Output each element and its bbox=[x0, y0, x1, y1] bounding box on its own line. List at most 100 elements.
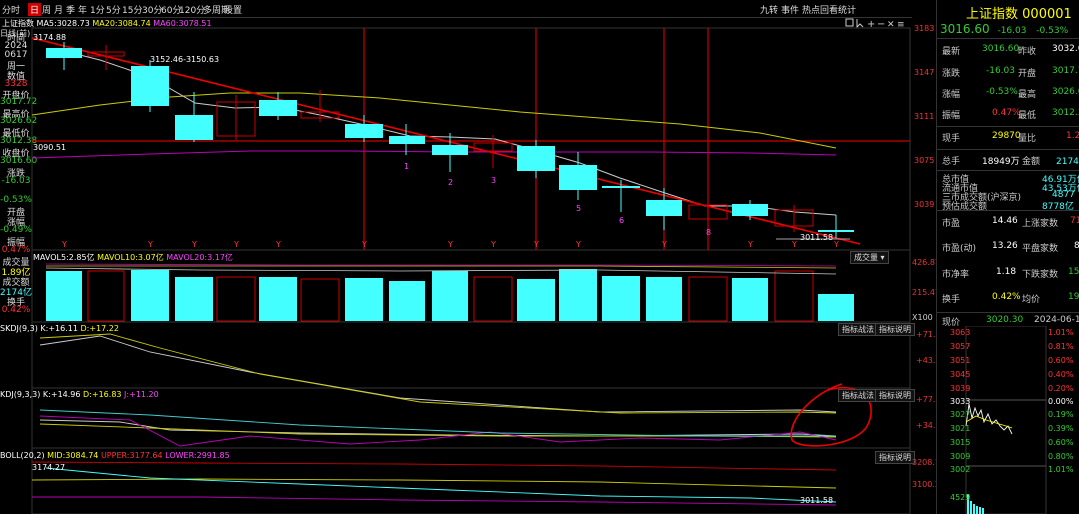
kdj-k-value: +14.96 bbox=[50, 390, 81, 399]
y-marker: Y bbox=[491, 240, 496, 249]
wave-number: 5 bbox=[576, 204, 582, 213]
quote-value: 18949万 bbox=[982, 157, 1020, 167]
ratio-label: 均价 bbox=[1022, 295, 1041, 305]
axis-tick: 3039 bbox=[914, 200, 935, 209]
mini-tick: 3002 bbox=[950, 465, 971, 474]
quote-label: 开盘 bbox=[1018, 69, 1037, 79]
quote-value: -0.53% bbox=[986, 87, 1018, 97]
ratio-value: 19.2 bbox=[1068, 292, 1079, 302]
quote-value: 3017.7 bbox=[1052, 66, 1079, 76]
mini-now-value: 3020.30 bbox=[986, 315, 1024, 325]
mavol10-value: 3.07亿 bbox=[137, 253, 164, 262]
quote-row: 涨跌 -16.03开盘 3017.7 bbox=[942, 66, 1079, 82]
mini-tick: 0.19% bbox=[1048, 410, 1074, 419]
mini-tick: 0.39% bbox=[1048, 424, 1074, 433]
ratio-row: 换手 0.42%均价 19.2 bbox=[942, 292, 1079, 308]
kdj-strategy-button[interactable]: 指标战法 bbox=[838, 389, 878, 402]
y-marker: Y bbox=[662, 240, 667, 249]
mini-tick: 0.40% bbox=[1048, 370, 1074, 379]
quote-row: 总手 18949万金额 2174亿 bbox=[942, 154, 1079, 170]
quote-value: 3026.6 bbox=[1052, 87, 1079, 97]
ratio-row: 市盈 14.46 上涨家数 71 bbox=[942, 216, 1079, 232]
ratio-value: 150 bbox=[1068, 267, 1079, 277]
ratio-value: 13.26 bbox=[992, 241, 1018, 251]
quote-label: 涨跌 bbox=[942, 69, 961, 79]
boll-upper-label: UPPER: bbox=[100, 451, 130, 460]
quote-row: 最新 3016.60昨收 3032.6 bbox=[942, 44, 1079, 60]
mavol10-label: MAVOL10: bbox=[97, 253, 138, 262]
ratio-value: 71 bbox=[1070, 216, 1079, 226]
y-marker: Y bbox=[234, 240, 239, 249]
ratio-label: 上涨家数 bbox=[1022, 219, 1059, 229]
low-mark-label: 3011.58 bbox=[800, 233, 834, 242]
kdj-title: KDJ(9,3,3) bbox=[0, 390, 41, 399]
quote-code: 000001 bbox=[1022, 7, 1072, 22]
boll-lower-value: 2991.85 bbox=[196, 451, 230, 460]
skdj-help-button[interactable]: 指标说明 bbox=[875, 323, 915, 336]
ratio-label: 换手 bbox=[942, 295, 961, 305]
skdj-indicator-bar: SKDJ(9,3) K:+16.11 D:+17.22 bbox=[0, 324, 119, 333]
quote-value: 2174亿 bbox=[1056, 157, 1079, 167]
boll-help-button[interactable]: 指标说明 bbox=[875, 451, 915, 464]
axis-tick: 3111 bbox=[914, 112, 935, 121]
quote-title: 上证指数 000001 bbox=[966, 3, 1072, 22]
mini-intraday-chart bbox=[965, 326, 1047, 514]
volume-indicator-bar: MAVOL5:2.85亿 MAVOL10:3.07亿 MAVOL20:3.17亿 bbox=[33, 252, 233, 263]
cap-row: 预估成交额 8778亿 bbox=[942, 199, 1079, 212]
y-marker: Y bbox=[148, 240, 153, 249]
skdj-d-value: +17.22 bbox=[89, 324, 119, 333]
mini-tick: 0.80% bbox=[1048, 452, 1074, 461]
skdj-d-label: D: bbox=[80, 324, 90, 333]
kdj-indicator-bar: KDJ(9,3,3) K:+14.96 D:+16.83 J:+11.20 bbox=[0, 390, 159, 399]
kdj-j-value: +11.20 bbox=[129, 390, 159, 399]
skdj-k-value: +16.11 bbox=[48, 324, 78, 333]
quote-value: 3012.3 bbox=[1052, 108, 1079, 118]
quote-label: 金额 bbox=[1022, 157, 1041, 167]
y-marker: Y bbox=[448, 240, 453, 249]
y-marker: Y bbox=[362, 240, 367, 249]
mini-price-line bbox=[965, 403, 1013, 435]
mavol5-value: 2.85亿 bbox=[68, 253, 95, 262]
boll-top-mark: 3174.27 bbox=[32, 463, 66, 472]
mini-tick: 0.00% bbox=[1048, 397, 1074, 406]
mini-tick: 0.60% bbox=[1048, 438, 1074, 447]
ratio-value: 1.18 bbox=[996, 267, 1017, 277]
mini-tick: 3045 bbox=[950, 370, 971, 379]
skdj-title: SKDJ(9,3) bbox=[0, 324, 38, 333]
boll-mid-label: MID: bbox=[47, 451, 66, 460]
quote-row: 涨幅 -0.53%最高 3026.6 bbox=[942, 87, 1079, 103]
skdj-strategy-button[interactable]: 指标战法 bbox=[838, 323, 878, 336]
kdj-k-label: K: bbox=[42, 390, 51, 399]
ratio-value: 8 bbox=[1074, 241, 1079, 251]
quote-row: 现手 29870 量比 1.2 bbox=[942, 131, 1079, 147]
boll-mid-line bbox=[31, 478, 837, 489]
ratio-value: 0.42% bbox=[992, 292, 1021, 302]
volume-selector[interactable]: 成交量 ▾ bbox=[850, 251, 889, 264]
y-marker: Y bbox=[834, 240, 839, 249]
y-marker: Y bbox=[792, 240, 797, 249]
y-marker: Y bbox=[534, 240, 539, 249]
axis-tick: 3075 bbox=[914, 156, 935, 165]
kdj-help-button[interactable]: 指标说明 bbox=[875, 389, 915, 402]
mavol5-label: MAVOL5: bbox=[33, 253, 69, 262]
quote-value: 3032.6 bbox=[1052, 44, 1079, 54]
boll-low-mark: 3011.58 bbox=[800, 496, 834, 505]
wave-number: 2 bbox=[448, 178, 454, 187]
quote-label: 最高 bbox=[1018, 90, 1037, 100]
quote-value: -16.03 bbox=[986, 66, 1016, 76]
candles bbox=[46, 42, 854, 238]
mini-tick: 3063 bbox=[950, 328, 971, 337]
quote-label: 振幅 bbox=[942, 111, 961, 121]
quote-price-line: 3016.60 -16.03 -0.53% bbox=[940, 22, 1068, 36]
mini-tick: 3033 bbox=[950, 397, 971, 406]
mini-tick: 3015 bbox=[950, 438, 971, 447]
ratio-value: 14.46 bbox=[992, 216, 1018, 226]
wave-number: 6 bbox=[619, 216, 625, 225]
gap-label: 3152.46-3150.63 bbox=[150, 55, 220, 64]
ratio-label: 下跌家数 bbox=[1022, 270, 1059, 280]
quote-label: 涨幅 bbox=[942, 90, 961, 100]
kdj-d-value: +16.83 bbox=[91, 390, 122, 399]
boll-indicator-bar: BOLL(20,2) MID:3084.74 UPPER:3177.64 LOW… bbox=[0, 451, 230, 460]
axis-tick: 3183 bbox=[914, 24, 935, 33]
quote-name: 上证指数 bbox=[966, 7, 1019, 22]
